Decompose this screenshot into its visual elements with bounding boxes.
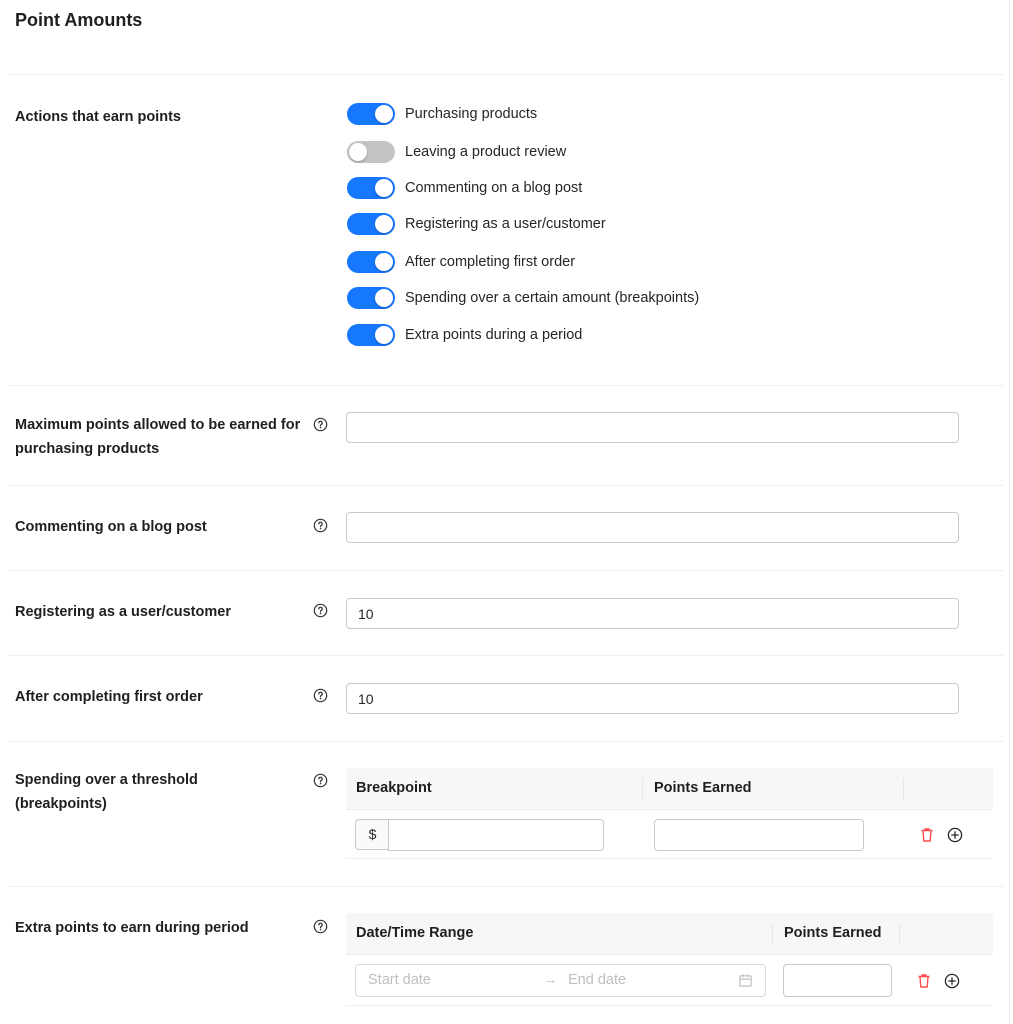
- calendar-icon: [739, 974, 752, 987]
- breakpoint-amount-input[interactable]: [388, 819, 604, 851]
- table-row-divider: [346, 1005, 993, 1006]
- divider: [8, 570, 1003, 571]
- max-points-input[interactable]: [346, 412, 959, 443]
- toggle-label: Leaving a product review: [405, 144, 567, 160]
- toggle-switch[interactable]: [347, 141, 395, 163]
- first-order-input[interactable]: [346, 683, 959, 714]
- trash-icon[interactable]: [916, 973, 932, 989]
- question-circle-icon[interactable]: [313, 417, 328, 432]
- range-separator: →: [543, 972, 558, 988]
- column-divider: [772, 923, 773, 944]
- actions-label: Actions that earn points: [15, 109, 181, 125]
- end-date-input[interactable]: End date: [568, 965, 626, 996]
- toggle-label: Commenting on a blog post: [405, 180, 583, 196]
- column-header-breakpoint: Breakpoint: [356, 780, 432, 796]
- divider: [8, 655, 1003, 656]
- registering-input[interactable]: [346, 598, 959, 629]
- divider: [8, 886, 1003, 887]
- question-circle-icon[interactable]: [313, 773, 328, 788]
- max-points-label: Maximum points allowed to be earned for …: [15, 417, 301, 457]
- toggle-switch[interactable]: [347, 213, 395, 235]
- column-header-points: Points Earned: [784, 925, 882, 941]
- toggle-purchasing-products[interactable]: Purchasing products: [347, 103, 847, 125]
- date-range-picker[interactable]: Start date → End date: [355, 964, 766, 997]
- plus-circle-icon[interactable]: [944, 973, 960, 989]
- column-header-points: Points Earned: [654, 780, 752, 796]
- page-title: Point Amounts: [15, 10, 143, 30]
- registering-label: Registering as a user/customer: [15, 604, 231, 620]
- question-circle-icon[interactable]: [313, 518, 328, 533]
- start-date-input[interactable]: Start date: [368, 965, 431, 996]
- toggle-switch[interactable]: [347, 103, 395, 125]
- period-table-header: Date/Time Range Points Earned: [346, 913, 993, 955]
- table-row-divider: [346, 858, 993, 859]
- trash-icon[interactable]: [919, 827, 935, 843]
- column-divider: [899, 923, 900, 944]
- divider: [8, 385, 1003, 386]
- toggle-label: Registering as a user/customer: [405, 216, 606, 232]
- column-divider: [903, 778, 904, 799]
- currency-prefix: $: [355, 819, 389, 850]
- scrollbar[interactable]: [1009, 0, 1010, 1024]
- toggle-label: Purchasing products: [405, 106, 538, 122]
- toggle-label: Extra points during a period: [405, 327, 583, 343]
- column-divider: [642, 778, 643, 799]
- toggle-label: After completing first order: [405, 254, 576, 270]
- question-circle-icon[interactable]: [313, 688, 328, 703]
- column-header-date-range: Date/Time Range: [356, 925, 474, 941]
- toggle-extra-period[interactable]: Extra points during a period: [347, 324, 847, 346]
- toggle-blog-comment[interactable]: Commenting on a blog post: [347, 177, 847, 199]
- blog-comment-label: Commenting on a blog post: [15, 519, 207, 535]
- toggle-switch[interactable]: [347, 324, 395, 346]
- divider: [8, 741, 1003, 742]
- blog-comment-input[interactable]: [346, 512, 959, 543]
- toggle-spending-breakpoints[interactable]: Spending over a certain amount (breakpoi…: [347, 287, 847, 309]
- toggle-switch[interactable]: [347, 287, 395, 309]
- toggle-switch[interactable]: [347, 251, 395, 273]
- divider: [8, 485, 1003, 486]
- breakpoint-points-input[interactable]: [654, 819, 864, 851]
- breakpoints-table-header: Breakpoint Points Earned: [346, 768, 993, 810]
- plus-circle-icon[interactable]: [947, 827, 963, 843]
- breakpoints-label: Spending over a threshold (breakpoints): [15, 772, 198, 812]
- toggle-switch[interactable]: [347, 177, 395, 199]
- divider: [8, 74, 1003, 75]
- toggle-product-review[interactable]: Leaving a product review: [347, 141, 847, 163]
- question-circle-icon[interactable]: [313, 919, 328, 934]
- period-points-input[interactable]: [783, 964, 892, 997]
- question-circle-icon[interactable]: [313, 603, 328, 618]
- toggle-label: Spending over a certain amount (breakpoi…: [405, 290, 700, 306]
- first-order-label: After completing first order: [15, 689, 203, 705]
- toggle-registering[interactable]: Registering as a user/customer: [347, 213, 847, 235]
- period-label: Extra points to earn during period: [15, 920, 249, 936]
- toggle-first-order[interactable]: After completing first order: [347, 251, 847, 273]
